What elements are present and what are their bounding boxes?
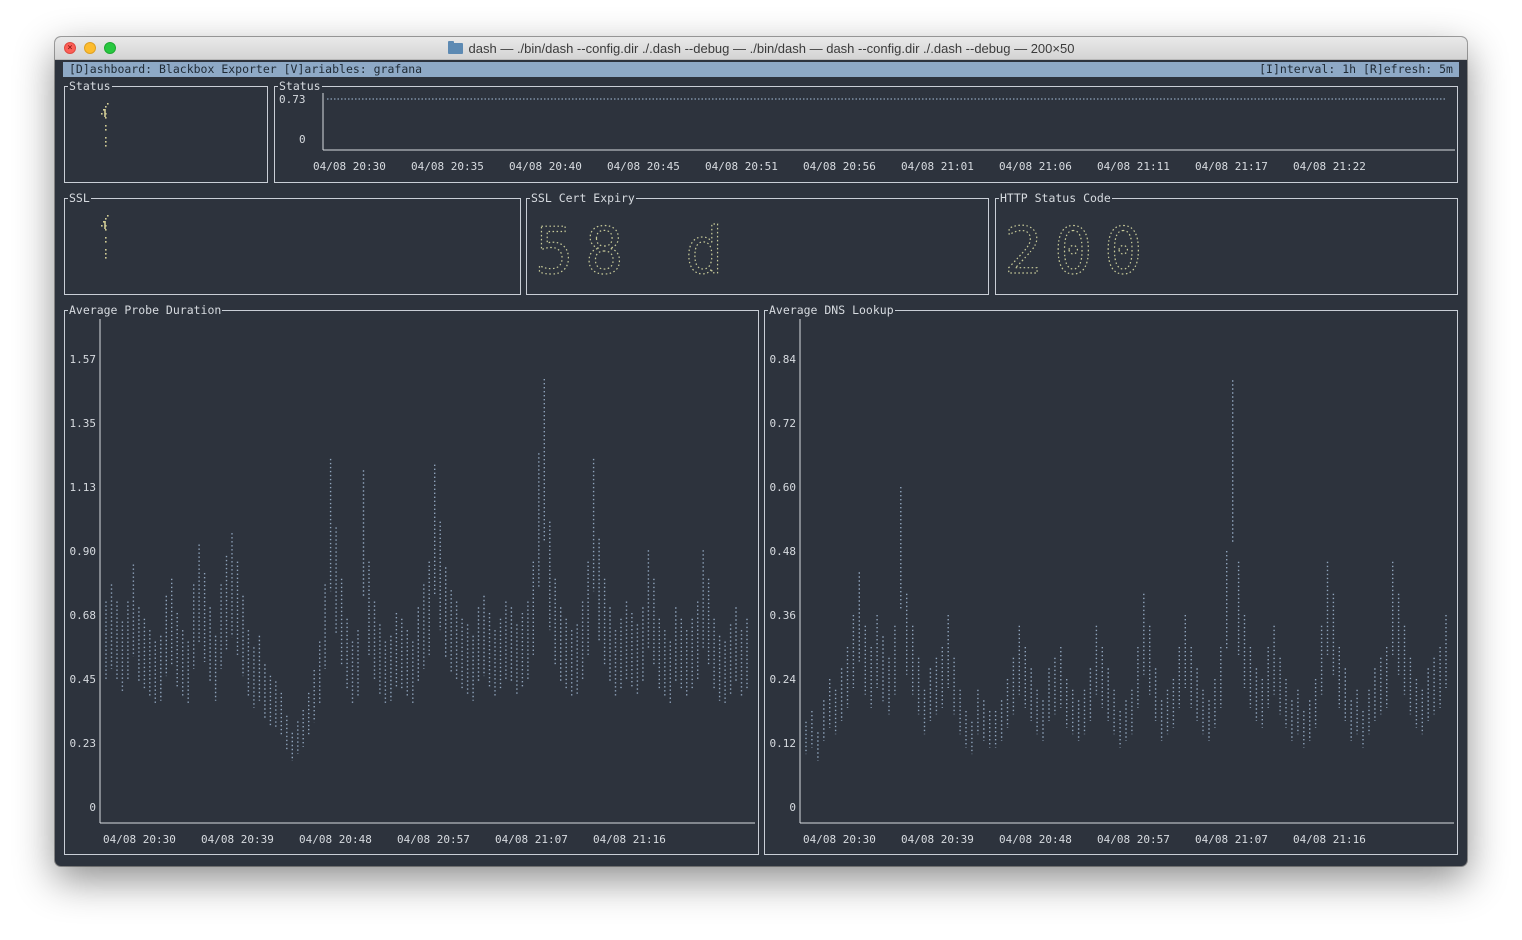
x-tick-label: 04/08 21:16 bbox=[593, 833, 666, 846]
stat-dot bbox=[101, 225, 103, 227]
y-tick-label: 0.72 bbox=[770, 417, 797, 430]
x-tick-label: 04/08 20:48 bbox=[999, 833, 1072, 846]
stat-dot bbox=[105, 241, 107, 243]
y-tick-label: 0 bbox=[89, 801, 96, 814]
x-tick-label: 04/08 20:48 bbox=[299, 833, 372, 846]
x-tick-label: 04/08 21:17 bbox=[1195, 160, 1268, 173]
y-tick-label: 0.23 bbox=[70, 737, 97, 750]
y-tick-label: 1.57 bbox=[70, 353, 97, 366]
big-digits: 200 bbox=[1003, 214, 1143, 289]
x-tick-label: 04/08 20:56 bbox=[803, 160, 876, 173]
stat-dot bbox=[105, 106, 107, 108]
stat-dot bbox=[105, 145, 107, 147]
title-bar: × dash — ./bin/dash --config.dir ./.dash… bbox=[55, 37, 1467, 60]
terminal-window: × dash — ./bin/dash --config.dir ./.dash… bbox=[55, 37, 1467, 866]
big-digit: 5 bbox=[535, 215, 574, 289]
single-stat-glyph bbox=[101, 103, 109, 147]
big-digit: d bbox=[685, 215, 724, 289]
dns-lookup-chart: 0.84 0.72 0.60 0.48 0.36 0.24 0.12 0 04/08 20:30… bbox=[770, 319, 1454, 846]
y-tick-label: 0 bbox=[789, 801, 796, 814]
x-tick-label: 04/08 21:01 bbox=[901, 160, 974, 173]
x-tick-label: 04/08 21:11 bbox=[1097, 160, 1170, 173]
x-tick-label: 04/08 20:39 bbox=[901, 833, 974, 846]
data-points bbox=[805, 380, 1447, 761]
big-digit: 0 bbox=[1104, 215, 1143, 289]
x-tick-label: 04/08 20:30 bbox=[103, 833, 176, 846]
y-tick-label: 0.60 bbox=[770, 481, 797, 494]
y-tick-label: 0.73 bbox=[279, 93, 306, 106]
stat-dot bbox=[105, 141, 107, 143]
stat-dot bbox=[107, 215, 109, 217]
status-chart-panel: Status 0.73 0 04/08 20:30 04/08 20:35 04/08 … bbox=[274, 79, 1458, 183]
ssl-single-stat bbox=[101, 215, 109, 259]
x-tick-label: 04/08 21:07 bbox=[495, 833, 568, 846]
status-single-stat bbox=[101, 103, 109, 147]
stat-dot bbox=[104, 221, 106, 229]
stat-dot bbox=[105, 218, 107, 220]
stat-dot bbox=[105, 117, 107, 119]
x-tick-label: 04/08 20:45 bbox=[607, 160, 680, 173]
dashboard-variables-label[interactable]: [D]ashboard: Blackbox Exporter [V]ariabl… bbox=[69, 62, 422, 77]
y-tick-label: 0.48 bbox=[770, 545, 797, 558]
x-tick-label: 04/08 20:57 bbox=[1097, 833, 1170, 846]
single-stat-glyph bbox=[101, 215, 109, 259]
y-tick-label: 1.35 bbox=[70, 417, 97, 430]
stat-dot bbox=[105, 137, 107, 139]
y-tick-label: 0.36 bbox=[770, 609, 797, 622]
y-tick-label: 0 bbox=[299, 133, 306, 146]
x-tick-label: 04/08 20:30 bbox=[803, 833, 876, 846]
stat-dot bbox=[105, 257, 107, 259]
probe-duration-chart: 1.57 1.35 1.13 0.90 0.68 0.45 0.23 0 04/08 20:30… bbox=[70, 319, 755, 846]
ssl-panel: SSL bbox=[64, 191, 521, 295]
y-tick-label: 0.84 bbox=[770, 353, 797, 366]
x-tick-label: 04/08 20:39 bbox=[201, 833, 274, 846]
stat-dot bbox=[105, 249, 107, 251]
interval-refresh-label[interactable]: [I]nterval: 1h [R]efresh: 5m bbox=[1259, 62, 1453, 77]
stat-dot bbox=[105, 253, 107, 255]
stat-dot bbox=[105, 237, 107, 239]
ssl-cert-expiry-panel: SSL Cert Expiry 58 d bbox=[526, 191, 989, 295]
status-single-panel: Status bbox=[64, 79, 268, 183]
folder-icon bbox=[447, 40, 463, 54]
probe-duration-panel: Average Probe Duration 1.57 1.35 1.13 0.90 0… bbox=[64, 303, 759, 855]
y-tick-label: 0.68 bbox=[70, 609, 97, 622]
big-digits: 58 d bbox=[534, 214, 724, 289]
y-tick-label: 0.45 bbox=[70, 673, 97, 686]
window-title: dash — ./bin/dash --config.dir ./.dash -… bbox=[468, 40, 1075, 56]
x-tick-label: 04/08 20:57 bbox=[397, 833, 470, 846]
stat-dot bbox=[105, 125, 107, 127]
stat-dot bbox=[105, 129, 107, 131]
x-tick-label: 04/08 20:35 bbox=[411, 160, 484, 173]
x-tick-label: 04/08 21:16 bbox=[1293, 833, 1366, 846]
stat-dot bbox=[101, 113, 103, 115]
stat-dot bbox=[105, 229, 107, 231]
y-tick-label: 0.12 bbox=[770, 737, 797, 750]
dashboard-header-bar: [D]ashboard: Blackbox Exporter [V]ariabl… bbox=[63, 62, 1459, 77]
data-points bbox=[105, 379, 748, 761]
big-digit: 0 bbox=[1054, 215, 1093, 289]
x-tick-label: 04/08 21:22 bbox=[1293, 160, 1366, 173]
x-tick-label: 04/08 21:07 bbox=[1195, 833, 1268, 846]
big-digit: 8 bbox=[585, 215, 624, 289]
x-tick-label: 04/08 21:06 bbox=[999, 160, 1072, 173]
x-tick-label: 04/08 20:30 bbox=[313, 160, 386, 173]
status-chart: 0.73 0 04/08 20:30 04/08 20:35 04/08 20:40 04… bbox=[279, 93, 1455, 173]
dns-lookup-panel: Average DNS Lookup 0.84 0.72 0.60 0.48 0.36 0… bbox=[764, 303, 1458, 855]
x-tick-label: 04/08 20:40 bbox=[509, 160, 582, 173]
window-title-area: dash — ./bin/dash --config.dir ./.dash -… bbox=[55, 37, 1467, 59]
y-tick-label: 1.13 bbox=[70, 481, 97, 494]
x-tick-label: 04/08 20:51 bbox=[705, 160, 778, 173]
ssl-cert-expiry-value: 58 d bbox=[534, 214, 724, 289]
http-status-code-value: 200 bbox=[1003, 214, 1143, 289]
stat-dot bbox=[104, 109, 106, 117]
y-tick-label: 0.90 bbox=[70, 545, 97, 558]
stat-dot bbox=[107, 103, 109, 105]
big-digit: 2 bbox=[1004, 215, 1043, 289]
y-tick-label: 0.24 bbox=[770, 673, 797, 686]
http-status-code-panel: HTTP Status Code 200 bbox=[995, 191, 1458, 295]
